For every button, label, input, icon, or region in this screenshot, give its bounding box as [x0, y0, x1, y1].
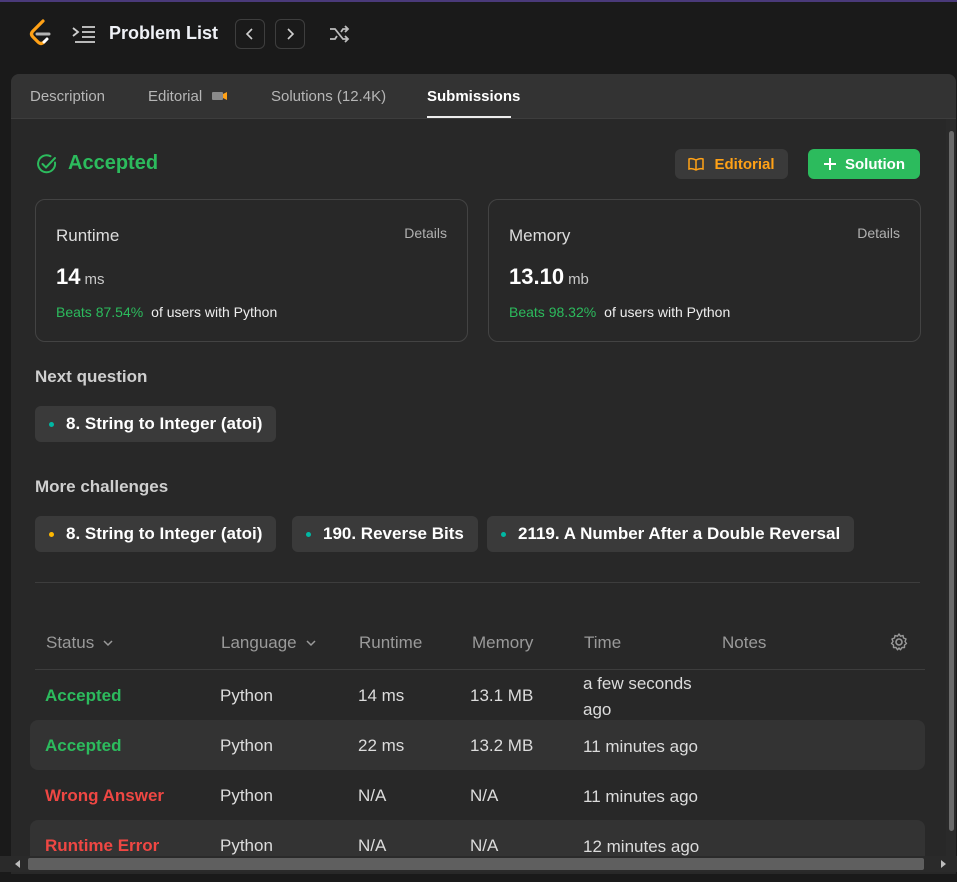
challenge-title: 2119. A Number After a Double Reversal	[518, 524, 841, 543]
horizontal-scrollbar-thumb[interactable]	[28, 858, 924, 870]
row-language: Python	[220, 736, 273, 755]
language-header-label: Language	[221, 633, 297, 652]
difficulty-dot	[49, 421, 54, 427]
problem-list-title[interactable]: Problem List	[109, 23, 218, 44]
result-status: Accepted	[36, 152, 158, 175]
row-runtime: N/A	[358, 786, 387, 805]
table-header-divider	[35, 669, 925, 670]
more-challenges-label: More challenges	[35, 477, 169, 496]
submission-panel: Description Editorial Solutions (12.4K) …	[11, 74, 956, 874]
chevron-down-icon	[103, 640, 113, 647]
notes-column-header: Notes	[722, 633, 767, 652]
runtime-label: Runtime	[56, 226, 120, 245]
chevron-right-icon	[287, 28, 295, 40]
row-time: 11 minutes ago	[583, 737, 698, 756]
row-status[interactable]: Accepted	[45, 736, 122, 756]
row-time-line1: a few seconds	[583, 674, 692, 693]
editorial-button[interactable]: Editorial	[675, 149, 788, 179]
vertical-scrollbar-thumb[interactable]	[949, 131, 954, 831]
runtime-beats-percent: Beats 87.54%	[56, 304, 144, 320]
tab-editorial-label: Editorial	[148, 88, 203, 105]
runtime-unit: ms	[84, 271, 105, 288]
tab-solutions[interactable]: Solutions (12.4K)	[271, 88, 386, 105]
row-time-line2: ago	[583, 700, 612, 719]
plus-icon	[824, 158, 836, 170]
row-runtime: N/A	[358, 836, 387, 855]
editorial-button-label: Editorial	[714, 155, 775, 173]
scroll-right-arrow-icon[interactable]	[939, 860, 947, 868]
shuffle-icon[interactable]	[328, 23, 350, 45]
chevron-left-icon	[245, 28, 253, 40]
language-column-header[interactable]: Language	[221, 633, 317, 653]
memory-beats: Beats 98.32% of users with Python	[509, 304, 730, 320]
memory-details-link[interactable]: Details	[857, 225, 900, 241]
challenge-chip[interactable]: 2119. A Number After a Double Reversal	[487, 516, 855, 552]
vertical-scrollbar[interactable]	[946, 119, 956, 859]
row-memory: N/A	[470, 836, 499, 855]
row-memory: 13.1 MB	[470, 686, 534, 705]
row-memory: N/A	[470, 786, 499, 805]
row-language: Python	[220, 786, 273, 805]
memory-value: 13.10 mb	[509, 264, 589, 290]
row-time: 12 minutes ago	[583, 837, 700, 856]
challenge-chip[interactable]: 190. Reverse Bits	[292, 516, 478, 552]
runtime-value: 14 ms	[56, 264, 104, 290]
row-status[interactable]: Runtime Error	[45, 836, 159, 856]
difficulty-dot	[501, 531, 506, 537]
row-language: Python	[220, 686, 273, 705]
challenge-chip[interactable]: 8. String to Integer (atoi)	[35, 516, 277, 552]
section-divider	[35, 582, 920, 583]
time-column-header: Time	[584, 633, 622, 652]
status-header-label: Status	[46, 633, 95, 652]
list-icon[interactable]	[72, 24, 96, 44]
result-status-text: Accepted	[68, 152, 159, 174]
row-memory: 13.2 MB	[470, 736, 534, 755]
memory-card[interactable]: Memory Details 13.10 mb Beats 98.32% of us…	[488, 199, 921, 342]
next-question-chip[interactable]: 8. String to Integer (atoi)	[35, 406, 277, 442]
memory-beats-percent: Beats 98.32%	[509, 304, 597, 320]
row-runtime: 14 ms	[358, 686, 405, 705]
solution-button-label: Solution	[845, 155, 905, 173]
runtime-beats: Beats 87.54% of users with Python	[56, 304, 277, 320]
memory-label: Memory	[509, 226, 571, 245]
challenge-title: 8. String to Integer (atoi)	[66, 524, 263, 543]
prev-problem-button[interactable]	[235, 19, 265, 49]
top-navbar: Problem List	[0, 0, 957, 65]
tab-description[interactable]: Description	[30, 88, 105, 105]
runtime-beats-suffix: of users with Python	[151, 304, 278, 320]
next-problem-button[interactable]	[275, 19, 305, 49]
video-icon	[212, 92, 228, 100]
challenge-title: 190. Reverse Bits	[323, 524, 464, 543]
runtime-details-link[interactable]: Details	[404, 225, 447, 241]
difficulty-dot	[49, 531, 54, 537]
memory-column-header: Memory	[472, 633, 534, 652]
chevron-down-icon	[306, 640, 316, 647]
horizontal-scrollbar[interactable]	[0, 856, 957, 872]
runtime-column-header: Runtime	[359, 633, 423, 652]
tab-submissions[interactable]: Submissions	[427, 88, 520, 105]
row-time: 11 minutes ago	[583, 787, 698, 806]
scroll-left-arrow-icon[interactable]	[14, 860, 22, 868]
check-circle-icon	[37, 153, 57, 173]
tab-bar: Description Editorial Solutions (12.4K) …	[11, 74, 956, 119]
runtime-number: 14	[56, 264, 81, 289]
memory-beats-suffix: of users with Python	[604, 304, 731, 320]
next-question-title: 8. String to Integer (atoi)	[66, 414, 263, 433]
leetcode-logo[interactable]	[26, 18, 54, 48]
memory-unit: mb	[568, 271, 589, 288]
tab-editorial[interactable]: Editorial	[148, 88, 228, 105]
row-runtime: 22 ms	[358, 736, 405, 755]
active-tab-indicator	[427, 116, 511, 118]
row-status[interactable]: Wrong Answer	[45, 786, 164, 806]
row-status[interactable]: Accepted	[45, 686, 122, 706]
runtime-card[interactable]: Runtime Details 14 ms Beats 87.54% of user…	[35, 199, 468, 342]
settings-gear-icon[interactable]	[889, 632, 909, 652]
row-language: Python	[220, 836, 273, 855]
memory-number: 13.10	[509, 264, 565, 289]
book-icon	[688, 157, 705, 171]
solution-button[interactable]: Solution	[808, 149, 920, 179]
difficulty-dot	[306, 531, 311, 537]
next-question-label: Next question	[35, 367, 148, 386]
status-column-header[interactable]: Status	[46, 633, 114, 653]
